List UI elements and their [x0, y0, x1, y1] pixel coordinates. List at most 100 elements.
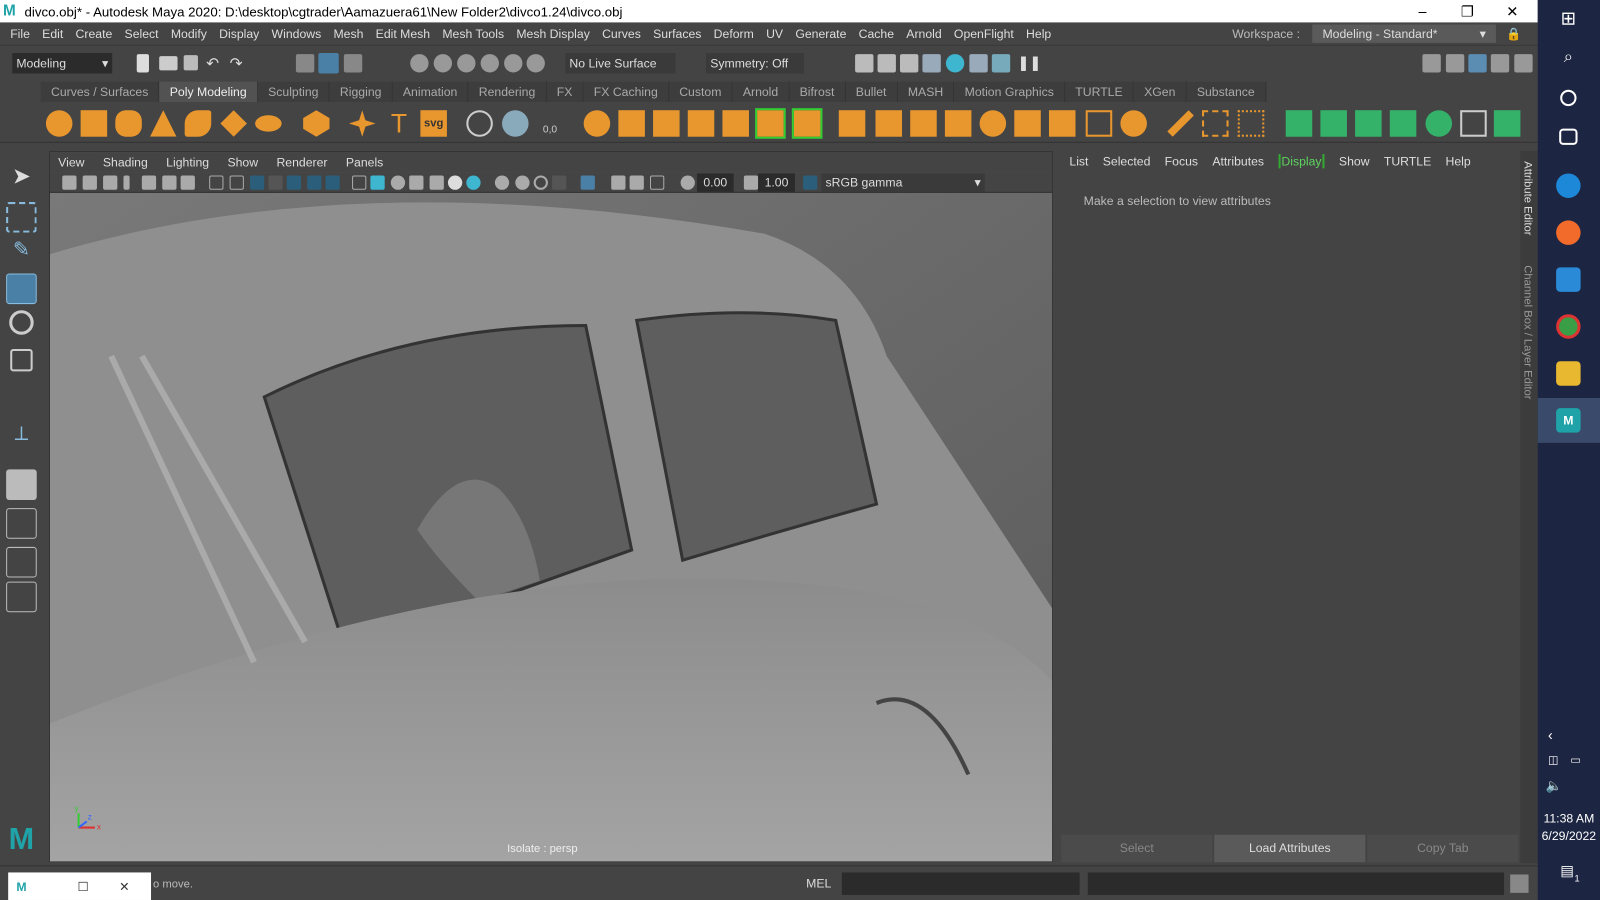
- poly-plane-icon[interactable]: [220, 110, 247, 137]
- menu-mesh-display[interactable]: Mesh Display: [516, 27, 590, 41]
- four-view-layout-icon[interactable]: [6, 508, 37, 539]
- mirror-icon[interactable]: [687, 110, 715, 137]
- shelf-tab-poly-modeling[interactable]: Poly Modeling: [159, 81, 258, 103]
- clock-date[interactable]: 6/29/2022: [1538, 829, 1600, 843]
- render-setup-icon[interactable]: [969, 54, 988, 73]
- bounding-box-icon[interactable]: [1085, 110, 1113, 137]
- copy-tab-button[interactable]: Copy Tab: [1367, 834, 1519, 863]
- multi-cut-icon[interactable]: [1167, 110, 1194, 137]
- camera-attributes-icon[interactable]: [103, 175, 118, 190]
- new-scene-icon[interactable]: [136, 54, 149, 73]
- taskbar-thumbnail-preview[interactable]: M ☐ ✕: [8, 872, 152, 900]
- shelf-tab-fx-caching[interactable]: FX Caching: [583, 81, 669, 103]
- ipr-render-icon[interactable]: [899, 54, 919, 73]
- shelf-tab-substance[interactable]: Substance: [1186, 81, 1266, 103]
- menu-modify[interactable]: Modify: [171, 27, 207, 41]
- select-button[interactable]: Select: [1061, 834, 1213, 863]
- menu-edit-mesh[interactable]: Edit Mesh: [376, 27, 430, 41]
- render-settings-icon[interactable]: [922, 54, 941, 73]
- poly-torus-icon[interactable]: [184, 110, 212, 137]
- wireframe-on-shaded-icon[interactable]: [409, 175, 424, 190]
- bevel-icon[interactable]: [838, 110, 866, 137]
- edge-icon[interactable]: [1556, 173, 1581, 198]
- shelf-tab-arnold[interactable]: Arnold: [732, 81, 790, 103]
- camera-tray-icon[interactable]: ◫: [1548, 753, 1559, 766]
- insert-edge-loop-icon[interactable]: [1202, 110, 1229, 137]
- workspace-dropdown[interactable]: Modeling - Standard* ▾: [1312, 24, 1496, 43]
- clock-time[interactable]: 11:38 AM: [1538, 811, 1600, 825]
- safe-action-icon[interactable]: [307, 175, 322, 190]
- panel-menu-lighting[interactable]: Lighting: [166, 155, 209, 169]
- select-arrow-icon[interactable]: ➤: [6, 163, 37, 194]
- menu-select[interactable]: Select: [125, 27, 159, 41]
- default-material-icon[interactable]: [390, 175, 406, 190]
- windows-start-icon[interactable]: ⊞: [1556, 8, 1580, 32]
- panel-menu-panels[interactable]: Panels: [346, 155, 383, 169]
- shelf-tab-custom[interactable]: Custom: [668, 81, 733, 103]
- tab-attribute-editor[interactable]: Attribute Editor: [1521, 161, 1533, 235]
- persp-outliner-layout-icon[interactable]: [6, 546, 37, 578]
- color-management-icon[interactable]: [803, 175, 818, 190]
- viewport-persp[interactable]: View Shading Lighting Show Renderer Pane…: [48, 151, 1054, 863]
- target-weld-icon[interactable]: [979, 110, 1007, 137]
- 2d-pan-zoom-icon[interactable]: [162, 175, 177, 190]
- thumbnail-close-icon[interactable]: ✕: [119, 879, 129, 893]
- grease-pencil-icon[interactable]: [180, 175, 195, 190]
- lock-camera-icon[interactable]: [82, 175, 97, 190]
- load-attributes-button[interactable]: Load Attributes: [1214, 834, 1366, 863]
- menu-openflight[interactable]: OpenFlight: [954, 27, 1014, 41]
- menu-mesh-tools[interactable]: Mesh Tools: [442, 27, 504, 41]
- channel-box-icon[interactable]: [1514, 54, 1533, 73]
- panel-menu-renderer[interactable]: Renderer: [276, 155, 327, 169]
- xray-joints-icon[interactable]: [629, 175, 644, 190]
- undo-icon[interactable]: ↶: [206, 54, 219, 72]
- panel-menu-show[interactable]: Show: [227, 155, 258, 169]
- render-frame-icon[interactable]: [877, 54, 896, 73]
- minimize-button[interactable]: –: [1400, 0, 1445, 22]
- character-controls-icon[interactable]: [1445, 54, 1465, 73]
- shelf-tab-motion-graphics[interactable]: Motion Graphics: [954, 81, 1066, 103]
- duplicate-face-icon[interactable]: [1120, 110, 1147, 137]
- gate-mask-icon[interactable]: [268, 175, 283, 190]
- menu-edit[interactable]: Edit: [42, 27, 63, 41]
- maya-taskbar-button[interactable]: M: [1537, 397, 1600, 443]
- bookmark-icon[interactable]: [123, 175, 130, 190]
- select-object-icon[interactable]: [318, 53, 339, 74]
- light-editor-icon[interactable]: [991, 54, 1011, 73]
- soft-select-icon[interactable]: [502, 110, 529, 137]
- modeling-toolkit-icon[interactable]: [1422, 54, 1441, 73]
- ae-menu-help[interactable]: Help: [1446, 154, 1471, 168]
- shelf-tab-curves-surfaces[interactable]: Curves / Surfaces: [40, 81, 160, 103]
- outliner-icon[interactable]: [6, 581, 37, 613]
- field-chart-icon[interactable]: [286, 175, 302, 190]
- safe-title-icon[interactable]: [325, 175, 340, 190]
- motion-blur-icon[interactable]: [515, 175, 530, 190]
- wedge-icon[interactable]: [1048, 110, 1076, 137]
- poke-icon[interactable]: [1014, 110, 1041, 137]
- task-view-icon[interactable]: [1559, 128, 1578, 145]
- menu-create[interactable]: Create: [76, 27, 113, 41]
- uv-auto-icon[interactable]: [1389, 110, 1417, 137]
- firefox-icon[interactable]: [1556, 220, 1581, 245]
- select-component-icon[interactable]: [343, 54, 363, 73]
- super-shape-icon[interactable]: [348, 110, 376, 137]
- store-icon[interactable]: [1556, 267, 1581, 292]
- file-explorer-icon[interactable]: [1556, 361, 1581, 386]
- uv-spherical-icon[interactable]: [1355, 110, 1382, 137]
- depth-of-field-icon[interactable]: [552, 175, 567, 190]
- resolution-gate-icon[interactable]: [249, 175, 265, 190]
- uv-editor-icon[interactable]: [1493, 110, 1521, 137]
- platonic-solid-icon[interactable]: [303, 110, 330, 137]
- snap-grid-icon[interactable]: [410, 54, 429, 73]
- menuset-dropdown[interactable]: Modeling ▾: [12, 53, 113, 74]
- network-icon[interactable]: ▭: [1570, 753, 1581, 766]
- shelf-tab-xgen[interactable]: XGen: [1133, 81, 1187, 103]
- live-surface-field[interactable]: No Live Surface: [565, 53, 676, 74]
- paint-select-icon[interactable]: ✎: [6, 237, 37, 268]
- attribute-editor-toggle-icon[interactable]: [1468, 54, 1487, 73]
- close-button[interactable]: ✕: [1490, 0, 1535, 22]
- ae-menu-selected[interactable]: Selected: [1103, 154, 1151, 168]
- panel-menu-shading[interactable]: Shading: [103, 155, 148, 169]
- screen-space-ao-icon[interactable]: [494, 175, 510, 190]
- snap-curve-icon[interactable]: [433, 54, 453, 73]
